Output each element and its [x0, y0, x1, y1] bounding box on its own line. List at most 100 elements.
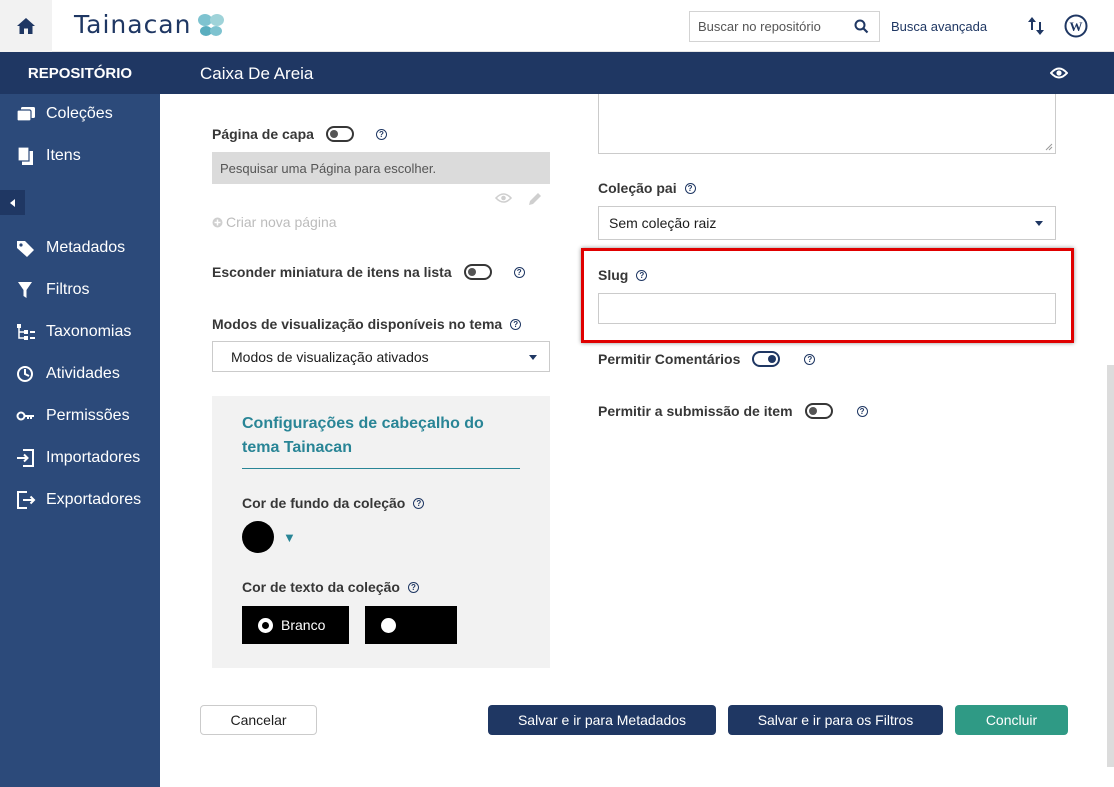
collections-icon	[16, 107, 35, 122]
sidebar-item-filters[interactable]: Filtros	[16, 281, 90, 299]
repository-search[interactable]	[689, 11, 880, 42]
sidebar-item-label: Metadados	[46, 239, 126, 256]
home-button[interactable]	[0, 0, 52, 52]
allow-comments-label: Permitir Comentários	[598, 351, 741, 367]
text-color-option-label: Branco	[281, 617, 326, 633]
wordpress-icon[interactable]: W	[1064, 14, 1088, 38]
parent-collection-field: Coleção pai ?	[598, 180, 696, 196]
sidebar-item-label: Atividades	[46, 365, 120, 382]
collapse-sidebar-button[interactable]	[0, 190, 25, 215]
plus-circle-icon	[212, 217, 223, 227]
svg-text:W: W	[1070, 19, 1083, 34]
help-icon[interactable]: ?	[804, 353, 816, 365]
allow-submission-field: Permitir a submissão de item ?	[598, 403, 868, 419]
page-title: Caixa De Areia	[200, 64, 314, 83]
logo-text: Tainacan	[74, 10, 192, 39]
allow-comments-toggle[interactable]	[752, 351, 781, 367]
sidebar-item-label: Importadores	[46, 449, 141, 466]
slug-highlight-box	[581, 248, 1074, 343]
sidebar-item-label: Permissões	[46, 407, 130, 424]
export-icon	[17, 491, 36, 509]
scrollbar[interactable]	[1107, 365, 1114, 767]
sidebar-item-label: Exportadores	[46, 491, 142, 508]
view-modes-select[interactable]: Modos de visualização ativados	[212, 341, 550, 372]
home-icon	[17, 18, 35, 34]
sidebar-item-collections[interactable]: Coleções	[16, 105, 113, 123]
taxonomy-icon	[17, 324, 35, 340]
help-icon[interactable]: ?	[510, 318, 522, 330]
text-color-option-black[interactable]	[365, 606, 457, 644]
search-input[interactable]	[698, 19, 848, 34]
radio-unchecked[interactable]	[381, 617, 396, 633]
text-color-label: Cor de texto da coleção	[242, 579, 400, 595]
text-color-field: Cor de texto da coleção ?	[242, 579, 419, 595]
sidebar-item-items[interactable]: Itens	[16, 147, 81, 165]
sidebar-item-exporters[interactable]: Exportadores	[16, 491, 141, 509]
allow-submission-label: Permitir a submissão de item	[598, 403, 793, 419]
chevron-left-icon	[9, 198, 15, 207]
key-icon	[16, 411, 34, 421]
sidebar-item-importers[interactable]: Importadores	[16, 449, 140, 467]
view-eye-icon[interactable]	[1050, 66, 1068, 80]
chevron-down-icon	[1035, 221, 1043, 226]
create-page-link[interactable]: Criar nova página	[212, 214, 337, 230]
description-textarea[interactable]	[598, 94, 1056, 154]
sort-arrows-icon[interactable]	[1027, 15, 1045, 37]
help-icon[interactable]: ?	[375, 128, 387, 140]
resize-handle-icon[interactable]	[1045, 143, 1053, 151]
repository-header: REPOSITÓRIO Caixa De Areia	[0, 52, 1114, 94]
bg-color-field: Cor de fundo da coleção ?	[242, 495, 425, 511]
chevron-down-icon	[529, 354, 537, 360]
activities-icon	[17, 366, 33, 382]
parent-collection-label: Coleção pai	[598, 180, 677, 196]
hide-thumbnails-field: Esconder miniatura de itens na lista ?	[212, 264, 525, 280]
view-modes-value: Modos de visualização ativados	[231, 348, 429, 365]
bg-color-label: Cor de fundo da coleção	[242, 495, 406, 511]
help-icon[interactable]: ?	[413, 497, 425, 509]
view-modes-label: Modos de visualização disponíveis no tem…	[212, 316, 503, 332]
save-metadata-button[interactable]: Salvar e ir para Metadados	[488, 705, 716, 735]
cover-page-search[interactable]: Pesquisar uma Página para escolher.	[212, 152, 550, 184]
sidebar-item-activities[interactable]: Atividades	[16, 365, 120, 383]
filter-icon	[18, 282, 32, 298]
import-icon	[17, 449, 34, 467]
theme-header-title: Configurações de cabeçalho do tema Taina…	[242, 412, 520, 469]
edit-pencil-icon[interactable]	[528, 192, 542, 206]
help-icon[interactable]: ?	[513, 266, 525, 278]
radio-checked[interactable]	[258, 617, 273, 633]
sidebar-item-label: Taxonomias	[46, 323, 132, 340]
sidebar-item-taxonomies[interactable]: Taxonomias	[16, 323, 131, 341]
help-icon[interactable]: ?	[684, 182, 696, 194]
tag-icon	[17, 241, 34, 257]
sidebar-item-permissions[interactable]: Permissões	[16, 407, 130, 425]
search-icon[interactable]	[854, 19, 869, 34]
help-icon[interactable]: ?	[407, 581, 419, 593]
bg-color-swatch[interactable]	[242, 521, 274, 553]
parent-collection-select[interactable]: Sem coleção raiz	[598, 206, 1056, 240]
logo-butterfly-icon	[198, 13, 225, 36]
save-filters-button[interactable]: Salvar e ir para os Filtros	[728, 705, 943, 735]
items-icon	[17, 147, 33, 165]
cover-page-toggle[interactable]	[325, 126, 354, 142]
create-page-label: Criar nova página	[226, 214, 337, 230]
sidebar-item-metadata[interactable]: Metadados	[16, 239, 125, 257]
finish-button[interactable]: Concluir	[955, 705, 1068, 735]
advanced-search-link[interactable]: Busca avançada	[891, 19, 987, 34]
sidebar: Coleções Itens Metadados Filtros Taxonom…	[0, 94, 160, 787]
color-picker-caret-icon[interactable]: ▼	[283, 530, 296, 545]
sidebar-item-label: Itens	[46, 147, 81, 164]
text-color-option-white[interactable]: Branco	[242, 606, 349, 644]
repository-label[interactable]: REPOSITÓRIO	[0, 52, 160, 94]
sidebar-item-label: Filtros	[46, 281, 90, 298]
hide-thumbnails-toggle[interactable]	[463, 264, 492, 280]
cover-page-label: Página de capa	[212, 126, 314, 142]
sidebar-item-label: Coleções	[46, 105, 113, 122]
help-icon[interactable]: ?	[856, 405, 868, 417]
allow-submission-toggle[interactable]	[804, 403, 833, 419]
tainacan-logo[interactable]: Tainacan	[74, 10, 225, 39]
cancel-button[interactable]: Cancelar	[200, 705, 317, 735]
top-bar: Tainacan Busca avançada W	[0, 0, 1114, 52]
theme-header-panel: Configurações de cabeçalho do tema Taina…	[212, 396, 550, 668]
cover-page-field: Página de capa ?	[212, 126, 387, 142]
view-page-eye-icon[interactable]	[495, 192, 512, 204]
